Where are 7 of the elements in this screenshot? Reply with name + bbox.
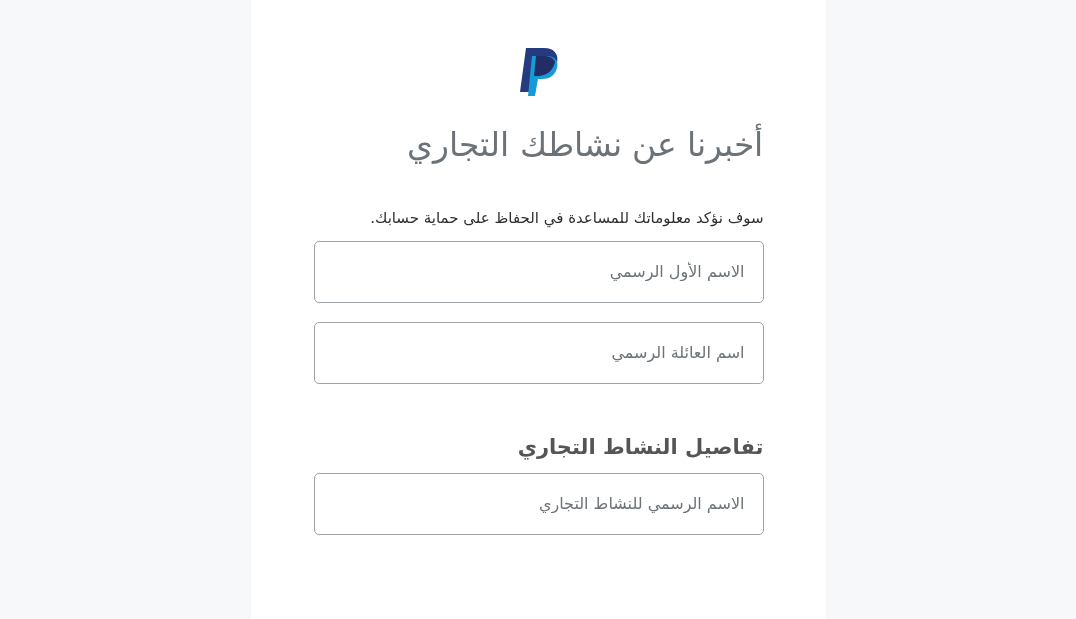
info-text: سوف نؤكد معلوماتك للمساعدة في الحفاظ على حماية حسابك. bbox=[369, 208, 764, 227]
input-field[interactable]: الاسم الأول الرسمي bbox=[313, 240, 764, 303]
logo-icon bbox=[517, 48, 560, 96]
input-field[interactable]: اسم العائلة الرسمي bbox=[313, 321, 764, 384]
section-heading: تفاصيل النشاط التجاري bbox=[516, 434, 764, 459]
page-title: أخبرنا عن نشاطك التجاري bbox=[406, 124, 764, 166]
input-field[interactable]: الاسم الرسمي للنشاط التجاري bbox=[313, 472, 764, 535]
